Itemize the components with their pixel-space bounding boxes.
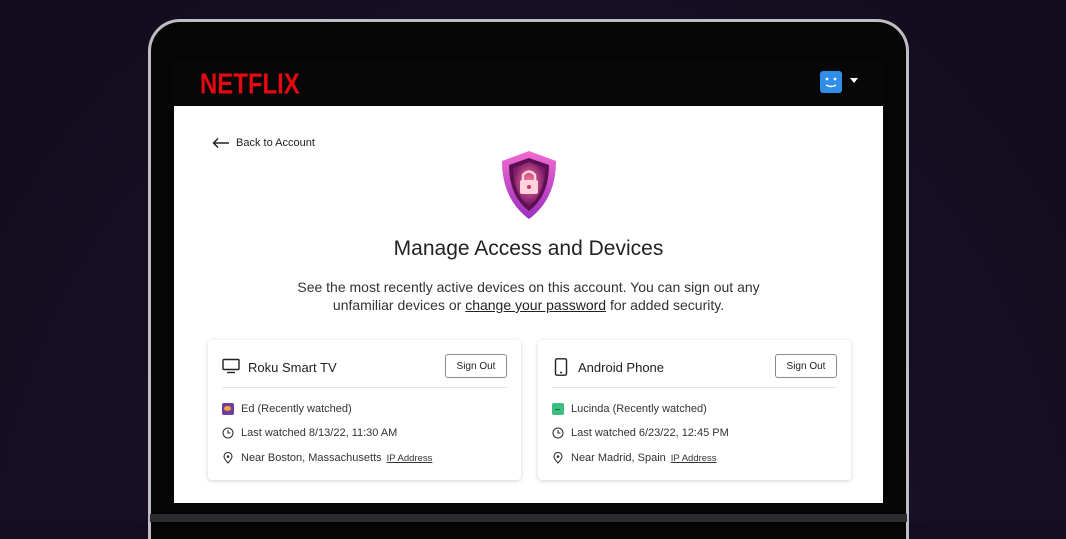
device-location-row: Near Boston, Massachusetts IP Address	[222, 450, 432, 466]
device-profile-text: Ed (Recently watched)	[241, 403, 352, 415]
lock-shield-icon	[502, 151, 556, 219]
sign-out-button[interactable]: Sign Out	[775, 354, 837, 378]
top-nav-bar: NETFLIX	[174, 59, 883, 106]
arrow-left-icon	[212, 137, 229, 149]
location-pin-icon	[553, 452, 563, 464]
subtitle-text-end: for added security.	[606, 297, 725, 313]
page-subtitle: See the most recently active devices on …	[274, 278, 783, 314]
netflix-logo[interactable]: NETFLIX	[200, 67, 300, 101]
clock-icon	[222, 427, 234, 439]
caret-down-icon[interactable]	[850, 78, 858, 83]
device-last-watched-row: Last watched 8/13/22, 11:30 AM	[222, 425, 397, 441]
back-label: Back to Account	[236, 137, 315, 149]
tv-icon	[222, 358, 240, 374]
browser-screen: NETFLIX Back to Account Manage Access an…	[174, 59, 883, 503]
device-location-text: Near Madrid, Spain	[571, 452, 666, 464]
device-location-row: Near Madrid, Spain IP Address	[552, 450, 717, 466]
device-card-header: Android Phone Sign Out	[552, 354, 837, 388]
sign-out-button[interactable]: Sign Out	[445, 354, 507, 378]
profile-ed-icon	[222, 403, 234, 415]
device-profile-row: Lucinda (Recently watched)	[552, 401, 707, 417]
device-name: Roku Smart TV	[248, 360, 337, 375]
ip-address-link[interactable]: IP Address	[671, 453, 717, 464]
device-name: Android Phone	[578, 360, 665, 375]
device-card-android: Android Phone Sign Out Lucinda (Recently…	[538, 340, 851, 480]
page-title: Manage Access and Devices	[393, 237, 664, 260]
device-profile-text: Lucinda (Recently watched)	[571, 403, 707, 415]
profile-lucinda-icon	[552, 403, 564, 415]
device-card-roku: Roku Smart TV Sign Out Ed (Recently watc…	[208, 340, 521, 480]
device-last-watched-row: Last watched 6/23/22, 12:45 PM	[552, 425, 729, 441]
profile-avatar-icon[interactable]	[820, 71, 842, 93]
device-profile-row: Ed (Recently watched)	[222, 401, 352, 417]
device-last-watched-text: Last watched 8/13/22, 11:30 AM	[241, 427, 398, 439]
device-location-text: Near Boston, Massachusetts	[241, 452, 382, 464]
device-last-watched-text: Last watched 6/23/22, 12:45 PM	[571, 427, 729, 439]
device-card-header: Roku Smart TV Sign Out	[222, 354, 507, 388]
change-password-link[interactable]: change your password	[465, 297, 606, 313]
location-pin-icon	[223, 452, 233, 464]
clock-icon	[552, 427, 564, 439]
phone-icon	[554, 358, 568, 376]
back-to-account-link[interactable]: Back to Account	[212, 135, 315, 151]
ip-address-link[interactable]: IP Address	[387, 453, 433, 464]
laptop-base	[150, 514, 907, 522]
